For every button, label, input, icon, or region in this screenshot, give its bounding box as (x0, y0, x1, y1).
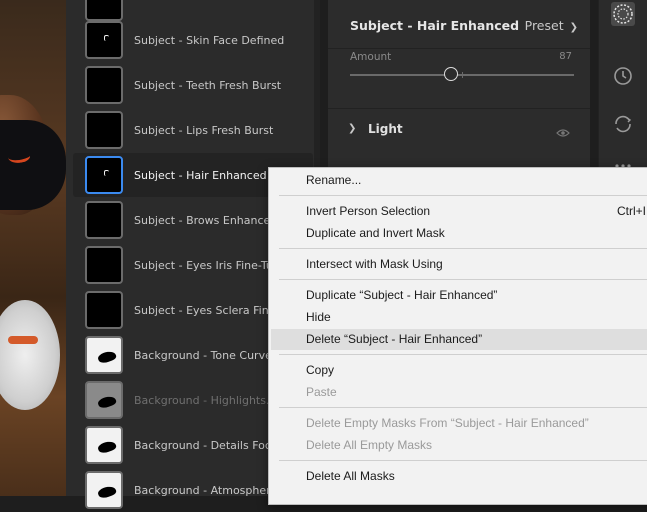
photo-shorts (0, 120, 66, 210)
light-section-header[interactable]: ❯ Light (328, 108, 590, 149)
menu-item-copy[interactable]: Copy (271, 360, 647, 381)
mask-thumbnail (85, 66, 123, 104)
shortcut-label: Ctrl+I (617, 204, 647, 218)
history-icon[interactable] (611, 64, 635, 88)
menu-item-intersect[interactable]: Intersect with Mask Using (271, 254, 647, 275)
amount-value[interactable]: 87 (559, 51, 572, 62)
menu-separator (279, 248, 647, 249)
slider-thumb[interactable] (443, 67, 458, 81)
mask-label: Subject - Lips Fresh Burst (134, 123, 274, 137)
menu-separator (279, 407, 647, 408)
mask-thumbnail (85, 246, 123, 284)
menu-item-delete-empty-from[interactable]: Delete Empty Masks From “Subject - Hair … (271, 413, 647, 434)
amount-label: Amount (350, 51, 392, 63)
menu-item-delete[interactable]: Delete “Subject - Hair Enhanced” (271, 329, 647, 350)
menu-item-invert-person[interactable]: Invert Person Selection Ctrl+I (271, 201, 647, 222)
menu-item-paste[interactable]: Paste (271, 382, 647, 403)
menu-separator (279, 460, 647, 461)
mask-thumbnail (85, 381, 123, 419)
masking-tool-icon[interactable] (611, 2, 635, 26)
eye-icon[interactable] (556, 123, 570, 142)
mask-thumbnail (85, 111, 123, 149)
mask-item[interactable]: Subject - Teeth Fresh Burst (73, 63, 313, 107)
mask-thumbnail (85, 201, 123, 239)
mask-label: Subject - Teeth Fresh Burst (134, 78, 282, 92)
mask-thumbnail (85, 471, 123, 509)
properties-title: Subject - Hair Enhanced (350, 18, 520, 33)
menu-item-delete-all[interactable]: Delete All Masks (271, 466, 647, 487)
menu-item-rename[interactable]: Rename... (271, 170, 647, 191)
photo-preview[interactable] (0, 0, 66, 496)
mask-item[interactable]: Subject - Lips Fresh Burst (73, 108, 313, 152)
chevron-down-icon: ❯ (569, 22, 578, 33)
light-section-label: Light (368, 122, 403, 136)
sync-icon[interactable] (611, 112, 635, 136)
chevron-down-icon[interactable]: ❯ (348, 123, 356, 134)
menu-item-delete-all-empty[interactable]: Delete All Empty Masks (271, 435, 647, 456)
slider-center-tick (462, 72, 463, 78)
photo-shoe (0, 300, 60, 410)
mask-label: Subject - Skin Face Defined (134, 33, 285, 47)
properties-header: Subject - Hair Enhanced Preset ❯ (328, 0, 590, 49)
mask-thumbnail (85, 21, 123, 59)
menu-separator (279, 195, 647, 196)
amount-slider[interactable] (350, 67, 574, 81)
preset-label: Preset (524, 18, 564, 33)
mask-thumbnail (85, 336, 123, 374)
preset-dropdown[interactable]: Preset ❯ (525, 18, 578, 33)
mask-thumbnail (85, 291, 123, 329)
menu-item-hide[interactable]: Hide (271, 307, 647, 328)
menu-separator (279, 279, 647, 280)
context-menu: Rename... Invert Person Selection Ctrl+I … (268, 167, 647, 505)
mask-thumbnail (85, 426, 123, 464)
menu-separator (279, 354, 647, 355)
mask-thumbnail (85, 156, 123, 194)
mask-item[interactable]: Subject - Skin Face Defined (73, 18, 313, 62)
menu-item-duplicate[interactable]: Duplicate “Subject - Hair Enhanced” (271, 285, 647, 306)
menu-item-duplicate-invert[interactable]: Duplicate and Invert Mask (271, 223, 647, 244)
